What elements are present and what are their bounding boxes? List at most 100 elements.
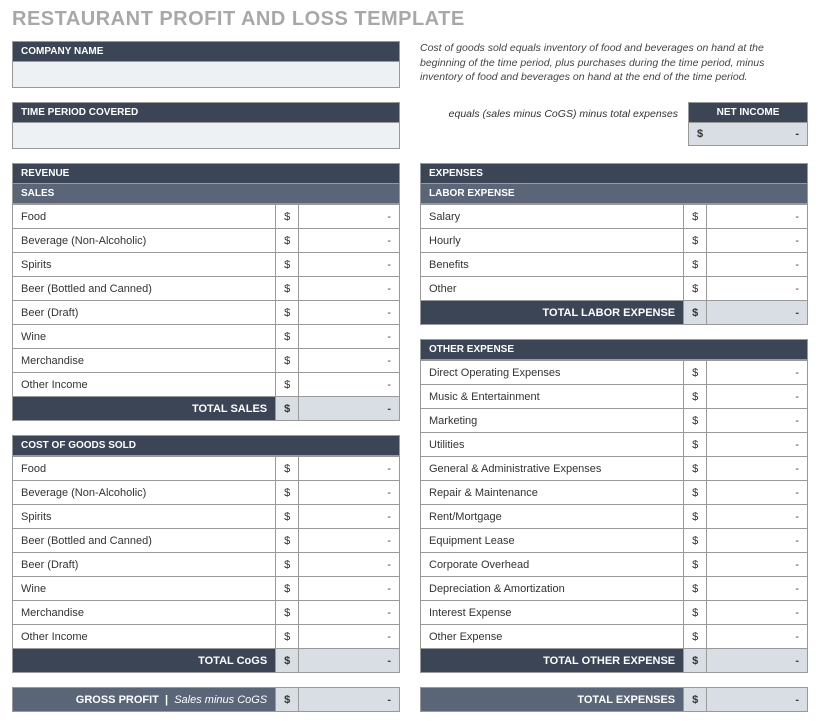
table-row: Repair & Maintenance $ - xyxy=(421,481,808,505)
table-row: Corporate Overhead $ - xyxy=(421,553,808,577)
table-row: Merchandise $ - xyxy=(13,349,400,373)
row-amount[interactable]: - xyxy=(707,253,808,277)
row-amount[interactable]: - xyxy=(299,481,400,505)
row-amount[interactable]: - xyxy=(707,229,808,253)
total-labor-label: TOTAL LABOR EXPENSE xyxy=(421,301,684,325)
total-other-row: TOTAL OTHER EXPENSE $ - xyxy=(421,649,808,673)
labor-table: Salary $ - Hourly $ - Benefits $ - Other… xyxy=(420,204,808,325)
net-income-box: NET INCOME $ - xyxy=(688,102,808,146)
row-amount[interactable]: - xyxy=(707,505,808,529)
row-currency: $ xyxy=(276,529,299,553)
page-title: RESTAURANT PROFIT AND LOSS TEMPLATE xyxy=(12,8,808,31)
row-amount[interactable]: - xyxy=(707,553,808,577)
row-currency: $ xyxy=(684,481,707,505)
gross-profit-currency: $ xyxy=(276,688,299,712)
row-amount[interactable]: - xyxy=(299,229,400,253)
row-label: Other Income xyxy=(13,625,276,649)
total-other-currency: $ xyxy=(684,649,707,673)
row-currency: $ xyxy=(684,409,707,433)
time-period-input[interactable] xyxy=(12,123,400,149)
row-amount[interactable]: - xyxy=(707,205,808,229)
row-label: Interest Expense xyxy=(421,601,684,625)
row-label: Direct Operating Expenses xyxy=(421,361,684,385)
row-label: Merchandise xyxy=(13,349,276,373)
table-row: Beer (Draft) $ - xyxy=(13,301,400,325)
row-amount[interactable]: - xyxy=(707,277,808,301)
table-row: Other Income $ - xyxy=(13,373,400,397)
table-row: Wine $ - xyxy=(13,325,400,349)
row-amount[interactable]: - xyxy=(707,625,808,649)
row-amount[interactable]: - xyxy=(707,457,808,481)
row-amount[interactable]: - xyxy=(707,577,808,601)
row-amount[interactable]: - xyxy=(299,373,400,397)
table-row: Beverage (Non-Alcoholic) $ - xyxy=(13,229,400,253)
sales-table: Food $ - Beverage (Non-Alcoholic) $ - Sp… xyxy=(12,204,400,421)
row-amount[interactable]: - xyxy=(707,481,808,505)
gross-profit-amount: - xyxy=(299,688,400,712)
row-currency: $ xyxy=(684,553,707,577)
row-amount[interactable]: - xyxy=(299,205,400,229)
table-row: Music & Entertainment $ - xyxy=(421,385,808,409)
row-amount[interactable]: - xyxy=(299,553,400,577)
total-expenses-row: TOTAL EXPENSES $ - xyxy=(421,688,808,712)
row-currency: $ xyxy=(276,601,299,625)
row-amount[interactable]: - xyxy=(299,277,400,301)
row-amount[interactable]: - xyxy=(707,409,808,433)
row-amount[interactable]: - xyxy=(299,349,400,373)
row-amount[interactable]: - xyxy=(707,433,808,457)
table-row: General & Administrative Expenses $ - xyxy=(421,457,808,481)
row-amount[interactable]: - xyxy=(299,601,400,625)
expenses-header: EXPENSES xyxy=(420,163,808,184)
row-currency: $ xyxy=(276,349,299,373)
row-amount[interactable]: - xyxy=(299,529,400,553)
row-amount[interactable]: - xyxy=(707,601,808,625)
row-currency: $ xyxy=(276,577,299,601)
row-currency: $ xyxy=(684,253,707,277)
total-cogs-row: TOTAL CoGS $ - xyxy=(13,649,400,673)
row-currency: $ xyxy=(276,457,299,481)
cogs-header: COST OF GOODS SOLD xyxy=(12,435,400,456)
row-currency: $ xyxy=(276,301,299,325)
gross-profit-label: GROSS PROFIT | Sales minus CoGS xyxy=(13,688,276,712)
table-row: Merchandise $ - xyxy=(13,601,400,625)
total-other-label: TOTAL OTHER EXPENSE xyxy=(421,649,684,673)
table-row: Beer (Bottled and Canned) $ - xyxy=(13,529,400,553)
row-amount[interactable]: - xyxy=(707,529,808,553)
row-currency: $ xyxy=(276,505,299,529)
total-sales-currency: $ xyxy=(276,397,299,421)
row-amount[interactable]: - xyxy=(299,301,400,325)
row-label: Salary xyxy=(421,205,684,229)
table-row: Utilities $ - xyxy=(421,433,808,457)
row-currency: $ xyxy=(276,553,299,577)
row-currency: $ xyxy=(276,325,299,349)
row-amount[interactable]: - xyxy=(299,253,400,277)
table-row: Other $ - xyxy=(421,277,808,301)
company-name-input[interactable] xyxy=(12,62,400,88)
row-amount[interactable]: - xyxy=(707,385,808,409)
row-amount[interactable]: - xyxy=(707,361,808,385)
time-period-label: TIME PERIOD COVERED xyxy=(12,102,400,123)
row-amount[interactable]: - xyxy=(299,457,400,481)
company-name-label: COMPANY NAME xyxy=(12,41,400,62)
table-row: Salary $ - xyxy=(421,205,808,229)
row-label: Equipment Lease xyxy=(421,529,684,553)
row-label: Spirits xyxy=(13,253,276,277)
total-labor-row: TOTAL LABOR EXPENSE $ - xyxy=(421,301,808,325)
row-amount[interactable]: - xyxy=(299,505,400,529)
row-label: Hourly xyxy=(421,229,684,253)
row-amount[interactable]: - xyxy=(299,577,400,601)
labor-expense-header: LABOR EXPENSE xyxy=(420,184,808,204)
row-label: Wine xyxy=(13,577,276,601)
table-row: Other Income $ - xyxy=(13,625,400,649)
table-row: Interest Expense $ - xyxy=(421,601,808,625)
table-row: Wine $ - xyxy=(13,577,400,601)
row-currency: $ xyxy=(276,205,299,229)
table-row: Depreciation & Amortization $ - xyxy=(421,577,808,601)
row-amount[interactable]: - xyxy=(299,625,400,649)
row-currency: $ xyxy=(684,625,707,649)
row-label: Repair & Maintenance xyxy=(421,481,684,505)
row-currency: $ xyxy=(276,229,299,253)
row-currency: $ xyxy=(684,229,707,253)
row-amount[interactable]: - xyxy=(299,325,400,349)
row-label: Food xyxy=(13,205,276,229)
